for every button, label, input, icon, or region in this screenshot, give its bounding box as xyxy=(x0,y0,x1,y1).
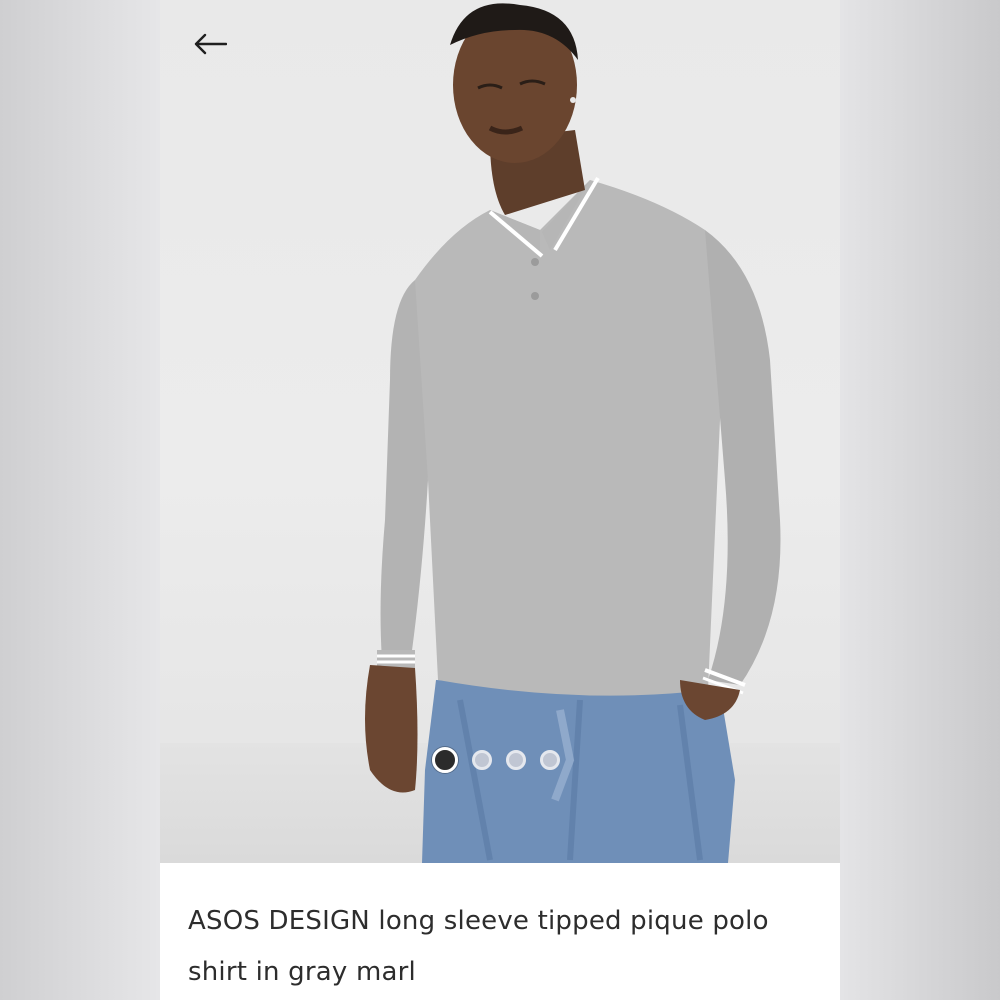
gallery-dot-2[interactable] xyxy=(472,750,492,770)
backdrop-left xyxy=(0,0,160,1000)
product-info: ASOS DESIGN long sleeve tipped pique pol… xyxy=(160,863,840,1000)
image-gallery[interactable] xyxy=(160,0,840,863)
product-title: ASOS DESIGN long sleeve tipped pique pol… xyxy=(188,906,769,987)
back-button[interactable] xyxy=(188,22,232,66)
gallery-dot-3[interactable] xyxy=(506,750,526,770)
gallery-pagination xyxy=(432,747,560,773)
product-screen: ASOS DESIGN long sleeve tipped pique pol… xyxy=(160,0,840,1000)
arrow-left-icon xyxy=(194,33,227,55)
backdrop-right xyxy=(840,0,1000,1000)
gallery-dot-1[interactable] xyxy=(432,747,458,773)
gallery-dot-4[interactable] xyxy=(540,750,560,770)
product-photo xyxy=(365,3,781,863)
